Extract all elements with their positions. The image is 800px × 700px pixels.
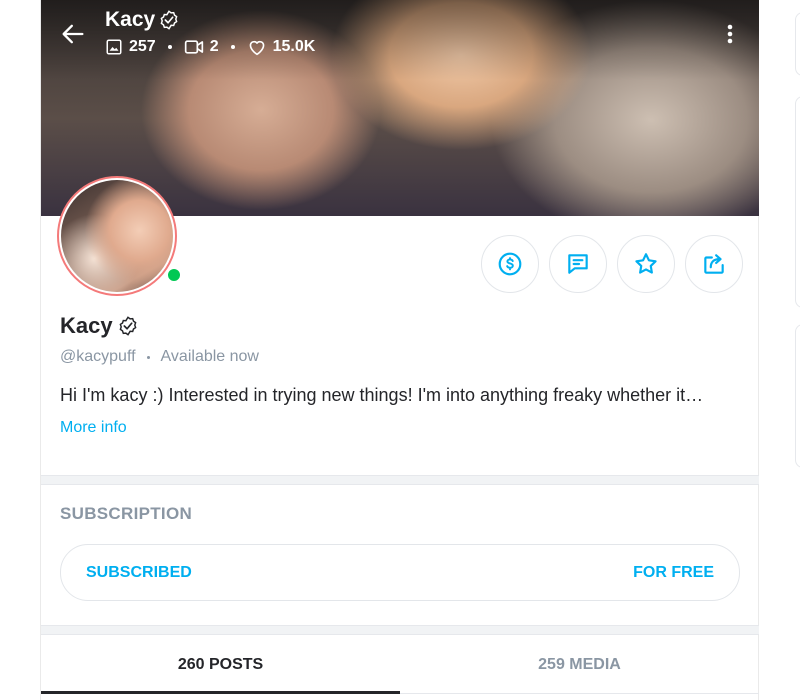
arrow-left-icon	[62, 24, 84, 44]
star-icon	[635, 253, 657, 274]
header-name: Kacy	[105, 8, 180, 32]
availability-status: Available now	[160, 348, 259, 365]
image-icon	[106, 39, 122, 55]
back-button[interactable]	[59, 20, 87, 48]
stat-separator	[167, 45, 172, 49]
stat-separator	[230, 45, 235, 49]
side-card	[795, 96, 800, 308]
more-vertical-icon	[727, 24, 733, 44]
share-icon	[704, 254, 724, 274]
avatar-image	[61, 180, 173, 292]
section-divider	[41, 475, 759, 485]
header-name-text: Kacy	[105, 8, 156, 31]
share-button[interactable]	[685, 235, 743, 293]
profile-name: Kacy	[60, 313, 139, 339]
verified-icon	[160, 10, 178, 30]
bio-text: Hi I'm kacy :) Interested in trying new …	[60, 385, 704, 405]
video-icon	[184, 40, 203, 54]
message-icon	[568, 254, 588, 274]
more-options-button[interactable]	[720, 22, 740, 46]
verified-icon	[119, 316, 137, 336]
dollar-icon	[498, 252, 522, 276]
online-indicator	[165, 266, 183, 284]
avatar[interactable]	[57, 176, 183, 296]
profile-name-text: Kacy	[60, 313, 113, 338]
photos-count: 257	[129, 38, 156, 55]
tab-media[interactable]: 259 MEDIA	[400, 636, 759, 693]
photos-stat: 257	[105, 38, 156, 56]
side-card	[795, 324, 800, 468]
cover-image	[41, 0, 759, 216]
header-stats: 257 2 15.0K	[105, 38, 315, 56]
subscription-price: FOR FREE	[633, 563, 714, 581]
likes-stat: 15.0K	[247, 38, 316, 56]
tip-button[interactable]	[481, 235, 539, 293]
separator-dot	[146, 355, 150, 359]
more-info-link[interactable]: More info	[60, 419, 127, 437]
profile-column: Kacy 257 2 15.0K Kacy @kacypuff Availabl…	[40, 0, 759, 700]
subscription-title: SUBSCRIPTION	[60, 504, 193, 523]
videos-stat: 2	[184, 38, 219, 56]
tab-posts[interactable]: 260 POSTS	[41, 636, 400, 694]
side-card	[795, 12, 800, 76]
videos-count: 2	[209, 38, 219, 55]
likes-count: 15.0K	[272, 38, 316, 55]
handle-row: @kacypuff Available now	[60, 348, 259, 366]
subscription-status: SUBSCRIBED	[86, 563, 192, 581]
content-tabs: 260 POSTS 259 MEDIA	[41, 636, 759, 694]
subscription-button[interactable]: SUBSCRIBED FOR FREE	[60, 544, 740, 601]
favorite-button[interactable]	[617, 235, 675, 293]
username[interactable]: @kacypuff	[60, 348, 136, 366]
profile-page: Kacy 257 2 15.0K Kacy @kacypuff Availabl…	[0, 0, 800, 700]
message-button[interactable]	[549, 235, 607, 293]
profile-actions	[481, 235, 743, 293]
section-divider	[41, 625, 759, 635]
heart-icon	[249, 40, 264, 56]
